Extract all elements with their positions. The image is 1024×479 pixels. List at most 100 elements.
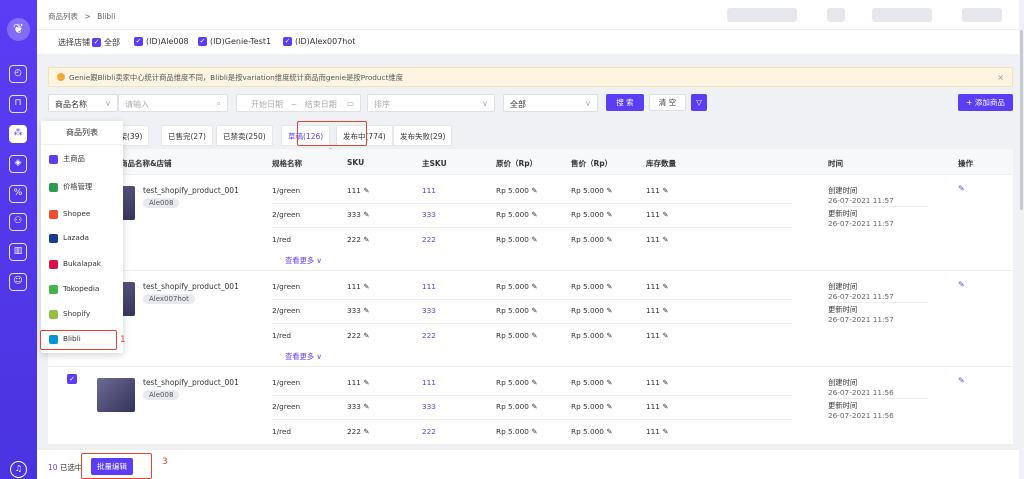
highlight-box <box>40 330 117 350</box>
search-icon: ⌕ <box>216 99 221 108</box>
sort-select[interactable]: 排序 ∨ <box>367 94 495 112</box>
promotion-icon[interactable]: % <box>9 185 27 203</box>
pencil-icon[interactable]: ✎ <box>361 210 369 219</box>
scrollbar-thumb[interactable] <box>1020 30 1023 210</box>
headset-icon[interactable]: ♫ <box>10 461 27 478</box>
users-icon[interactable]: ⚇ <box>9 213 27 231</box>
pencil-icon[interactable]: ✎ <box>660 186 668 195</box>
pencil-icon[interactable]: ✎ <box>660 378 668 387</box>
search-button[interactable]: 搜 索 <box>606 94 644 111</box>
pencil-icon[interactable]: ✎ <box>361 427 369 436</box>
pencil-icon[interactable]: ✎ <box>604 378 612 387</box>
row-divider <box>828 398 928 399</box>
row-checkbox[interactable]: ✓ <box>67 374 77 384</box>
pencil-icon[interactable]: ✎ <box>361 282 369 291</box>
pencil-icon[interactable]: ✎ <box>604 306 612 315</box>
pencil-icon[interactable]: ✎ <box>529 306 537 315</box>
pencil-icon[interactable]: ✎ <box>529 402 537 411</box>
products-icon[interactable]: ⁂ <box>9 125 27 143</box>
table-cell: Rp 5.000 ✎ <box>496 235 538 244</box>
table-cell: 111 <box>422 282 436 291</box>
shop-option-alex007hot[interactable]: ✓ (ID)Alex007hot <box>283 37 355 46</box>
shop-option-all[interactable]: ✓ 全部 <box>92 37 120 48</box>
scrollbar[interactable] <box>1019 0 1024 479</box>
pencil-icon[interactable]: ✎ <box>361 306 369 315</box>
menu-item-shopee[interactable]: Shopee <box>49 209 90 219</box>
table-cell: 111 ✎ <box>646 306 669 315</box>
edit-icon[interactable]: ✎ <box>958 184 965 193</box>
edit-icon[interactable]: ✎ <box>958 376 965 385</box>
table-cell: 222 <box>422 427 436 436</box>
pencil-icon[interactable]: ✎ <box>604 235 612 244</box>
tab-publish-failed[interactable]: 发布失败(29) <box>393 125 453 146</box>
pencil-icon[interactable]: ✎ <box>660 282 668 291</box>
pencil-icon[interactable]: ✎ <box>604 210 612 219</box>
product-name[interactable]: test_shopify_product_001 <box>143 282 239 291</box>
add-product-button[interactable]: + 添加商品 <box>958 94 1013 111</box>
pencil-icon[interactable]: ✎ <box>529 186 537 195</box>
orders-icon[interactable]: ⊓ <box>9 95 27 113</box>
status-select[interactable]: 全部 ∨ <box>503 94 598 112</box>
tab-banned[interactable]: 已禁卖(250) <box>216 125 273 146</box>
date-range-picker[interactable]: 开始日期 ~ 结束日期 ▭ <box>236 94 361 112</box>
pencil-icon[interactable]: ✎ <box>604 331 612 340</box>
menu-item-shopify[interactable]: Shopify <box>49 309 90 319</box>
pencil-icon[interactable]: ✎ <box>529 235 537 244</box>
view-more-link[interactable]: 查看更多 ∨ <box>285 256 322 266</box>
menu-item-bukalapak[interactable]: Bukalapak <box>49 259 101 269</box>
pencil-icon[interactable]: ✎ <box>529 331 537 340</box>
tab-sold-out[interactable]: 已售完(27) <box>161 125 213 146</box>
product-name[interactable]: test_shopify_product_001 <box>143 186 239 195</box>
pencil-icon[interactable]: ✎ <box>529 378 537 387</box>
edit-icon[interactable]: ✎ <box>958 280 965 289</box>
dashboard-icon[interactable]: ◴ <box>9 65 27 83</box>
logo-icon[interactable]: ❦ <box>7 18 30 41</box>
inventory-icon[interactable]: ◈ <box>9 155 27 173</box>
table-cell: Rp 5.000 ✎ <box>496 402 538 411</box>
pencil-icon[interactable]: ✎ <box>660 427 668 436</box>
close-icon[interactable]: × <box>997 73 1004 82</box>
menu-item-tokopedia[interactable]: Tokopedia <box>49 284 99 294</box>
pencil-icon[interactable]: ✎ <box>361 402 369 411</box>
pencil-icon[interactable]: ✎ <box>529 282 537 291</box>
pencil-icon[interactable]: ✎ <box>660 306 668 315</box>
pencil-icon[interactable]: ✎ <box>660 210 668 219</box>
table-cell: 111 ✎ <box>646 331 669 340</box>
pencil-icon[interactable]: ✎ <box>361 186 369 195</box>
status-tabs: 下架(39) 已售完(27) 已禁卖(250) 草稿(126) 发布中(774)… <box>48 125 1013 147</box>
menu-item-主商品[interactable]: 主商品 <box>49 154 85 164</box>
pencil-icon[interactable]: ✎ <box>529 210 537 219</box>
chevron-down-icon: ∨ <box>585 99 591 108</box>
pencil-icon[interactable]: ✎ <box>604 186 612 195</box>
updated-label: 更新时间 <box>828 209 858 218</box>
menu-item-价格管理[interactable]: 价格管理 <box>49 182 92 192</box>
updated-label: 更新时间 <box>828 305 858 314</box>
breadcrumb-root[interactable]: 商品列表 <box>48 12 78 21</box>
pencil-icon[interactable]: ✎ <box>604 427 612 436</box>
filter-icon[interactable]: ▽ <box>691 94 707 111</box>
reports-icon[interactable]: ▥ <box>9 243 27 261</box>
platform-logo-icon <box>49 182 58 192</box>
pencil-icon[interactable]: ✎ <box>361 331 369 340</box>
table-cell: 222 <box>422 235 436 244</box>
table-cell: Rp 5.000 ✎ <box>571 331 613 340</box>
pencil-icon[interactable]: ✎ <box>361 378 369 387</box>
pencil-icon[interactable]: ✎ <box>660 402 668 411</box>
shop-option-genie-test1[interactable]: ✓ (ID)Genie-Test1 <box>198 37 271 46</box>
product-name[interactable]: test_shopify_product_001 <box>143 378 239 387</box>
chevron-down-icon: ∨ <box>105 99 111 108</box>
pencil-icon[interactable]: ✎ <box>660 235 668 244</box>
view-more-link[interactable]: 查看更多 ∨ <box>285 352 322 362</box>
pencil-icon[interactable]: ✎ <box>604 282 612 291</box>
menu-item-lazada[interactable]: Lazada <box>49 233 89 243</box>
pencil-icon[interactable]: ✎ <box>529 427 537 436</box>
shop-option-ale008[interactable]: ✓ (ID)Ale008 <box>134 37 189 46</box>
search-input[interactable]: 请输入 ⌕ <box>118 94 228 112</box>
pencil-icon[interactable]: ✎ <box>604 402 612 411</box>
field-select[interactable]: 商品名称 ∨ <box>48 94 118 112</box>
clear-button[interactable]: 清 空 <box>649 94 686 111</box>
blurred-region <box>872 8 932 22</box>
pencil-icon[interactable]: ✎ <box>660 331 668 340</box>
pencil-icon[interactable]: ✎ <box>361 235 369 244</box>
chat-icon[interactable]: ☺ <box>9 273 27 291</box>
